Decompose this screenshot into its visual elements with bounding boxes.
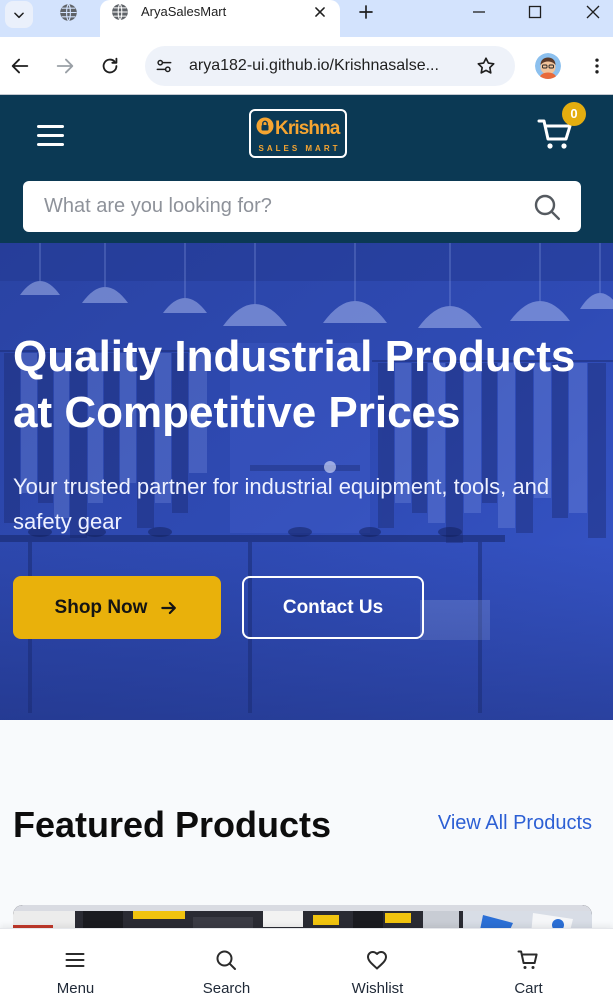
section-title: Featured Products xyxy=(13,804,332,845)
lock-icon xyxy=(256,117,274,135)
bottom-nav-label: Wishlist xyxy=(351,980,404,997)
shop-now-label: Shop Now xyxy=(54,596,148,618)
bottom-nav-search[interactable]: Search xyxy=(151,929,302,1000)
back-arrow-icon[interactable] xyxy=(9,55,31,77)
address-bar[interactable]: arya182-ui.github.io/Krishnasalse... xyxy=(145,46,515,86)
browser-tab-strip: AryaSalesMart xyxy=(0,0,613,37)
bottom-nav-wishlist[interactable]: Wishlist xyxy=(302,929,453,1000)
contact-us-label: Contact Us xyxy=(282,596,384,618)
heart-icon xyxy=(365,948,389,972)
view-all-products-link[interactable]: View All Products xyxy=(438,813,592,833)
forward-arrow-icon[interactable] xyxy=(54,55,76,77)
globe-icon xyxy=(59,3,78,22)
logo-tagline: SALES MART xyxy=(258,144,341,153)
menu-icon xyxy=(63,948,87,972)
bottom-nav-menu[interactable]: Menu xyxy=(0,929,151,1000)
tab-list-button[interactable] xyxy=(5,1,33,28)
chevron-down-icon xyxy=(12,8,26,22)
kebab-menu-icon[interactable] xyxy=(587,56,607,76)
search-bar xyxy=(23,181,581,232)
maximize-icon[interactable] xyxy=(525,2,545,22)
profile-avatar[interactable] xyxy=(535,53,561,79)
browser-toolbar: arya182-ui.github.io/Krishnasalse... xyxy=(0,37,613,95)
hero-banner: Quality Industrial Products at Competiti… xyxy=(0,243,613,720)
arrow-right-icon xyxy=(159,598,179,618)
browser-tab-active[interactable]: AryaSalesMart xyxy=(100,0,340,37)
close-icon[interactable] xyxy=(583,2,603,22)
hero-subtitle: Your trusted partner for industrial equi… xyxy=(13,474,550,534)
search-icon xyxy=(214,948,238,972)
minimize-icon[interactable] xyxy=(469,2,489,22)
globe-icon xyxy=(111,3,129,21)
logo-name: Krishna xyxy=(275,118,340,139)
hero-title: Quality Industrial Products at Competiti… xyxy=(13,332,576,437)
reload-icon[interactable] xyxy=(99,55,121,77)
bookmark-star-icon[interactable] xyxy=(475,55,497,77)
bottom-nav-label: Search xyxy=(202,980,251,997)
bottom-navigation: Menu Search Wishlist Cart xyxy=(0,928,613,1000)
search-input[interactable] xyxy=(23,181,581,232)
bottom-nav-cart[interactable]: Cart xyxy=(453,929,604,1000)
site-info-icon[interactable] xyxy=(154,56,174,76)
contact-us-button[interactable]: Contact Us xyxy=(242,576,424,639)
site-header: Krishna SALES MART 0 xyxy=(0,95,613,243)
close-tab-icon[interactable] xyxy=(311,3,329,21)
tab-title: AryaSalesMart xyxy=(141,4,227,19)
cart-count-badge: 0 xyxy=(562,102,586,126)
new-tab-plus-icon[interactable] xyxy=(356,2,376,22)
shop-now-button[interactable]: Shop Now xyxy=(13,576,221,639)
url-text[interactable]: arya182-ui.github.io/Krishnasalse... xyxy=(189,46,467,86)
bottom-nav-label: Cart xyxy=(514,980,543,997)
browser-tab-inactive[interactable] xyxy=(52,0,84,25)
cart-icon xyxy=(516,948,540,972)
search-icon[interactable] xyxy=(532,192,562,222)
bottom-nav-label: Menu xyxy=(56,980,95,997)
hamburger-menu-icon[interactable] xyxy=(30,116,72,154)
site-logo[interactable]: Krishna SALES MART xyxy=(249,109,347,158)
